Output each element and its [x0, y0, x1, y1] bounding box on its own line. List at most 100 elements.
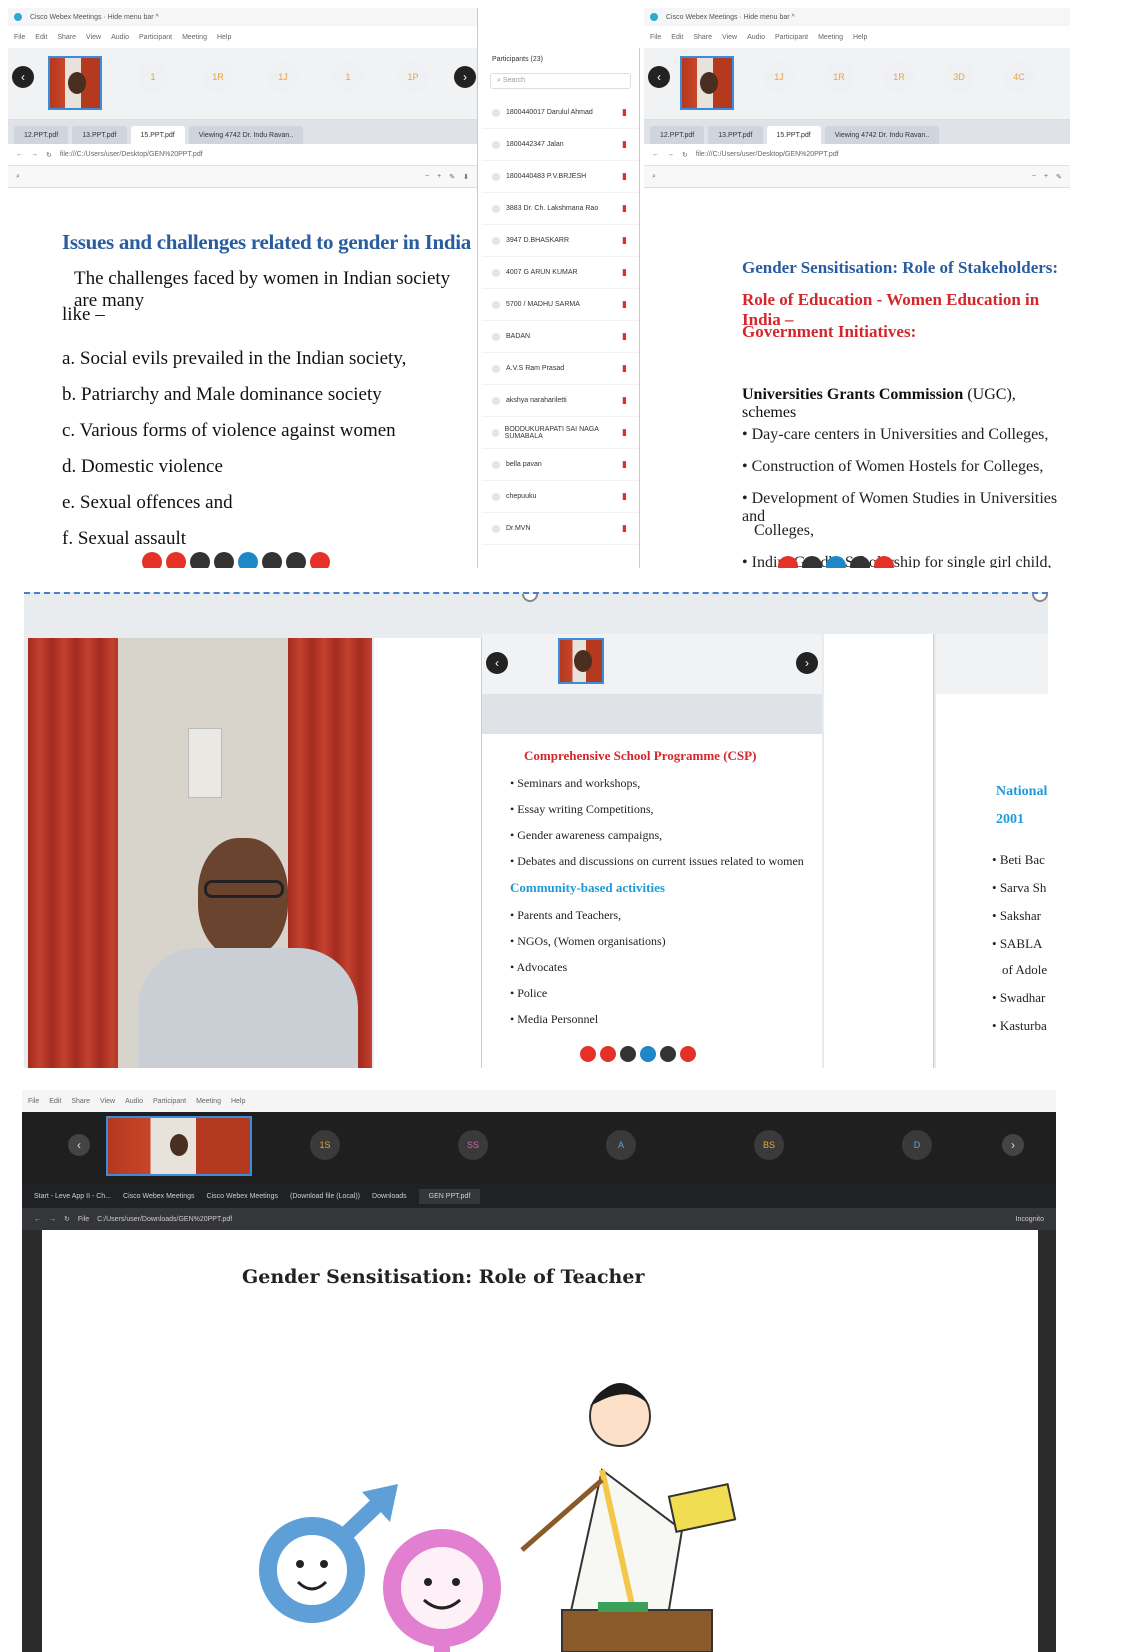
- tab[interactable]: (Download file (Local)): [290, 1193, 360, 1200]
- participant-tile[interactable]: 1R: [203, 62, 233, 92]
- tab-pdf-2[interactable]: 13.PPT.pdf: [708, 126, 763, 144]
- muted-mic-icon[interactable]: ▮: [622, 235, 627, 246]
- participant-row[interactable]: 5700 / MADHU SARMA ▮: [482, 289, 639, 321]
- reaction-icon[interactable]: [142, 552, 162, 568]
- prev-page-icon[interactable]: ‹: [648, 66, 670, 88]
- forward-icon[interactable]: →: [31, 151, 38, 158]
- reload-icon[interactable]: ↻: [64, 1215, 70, 1223]
- selection-handle-icon[interactable]: [522, 594, 538, 602]
- reaction-icon[interactable]: [238, 552, 258, 568]
- participant-tile[interactable]: 1: [138, 62, 168, 92]
- reaction-icon[interactable]: [620, 1046, 636, 1062]
- participant-tile[interactable]: BS: [754, 1130, 784, 1160]
- address-bar[interactable]: ← → ↻ file:///C:/Users/user/Desktop/GEN%…: [8, 144, 477, 166]
- reaction-icon[interactable]: [680, 1046, 696, 1062]
- participant-tile[interactable]: 1R: [824, 62, 854, 92]
- participant-row[interactable]: akshya narahariletti ▮: [482, 385, 639, 417]
- menu-audio[interactable]: Audio: [125, 1098, 143, 1105]
- reaction-icon[interactable]: [286, 552, 306, 568]
- menu-participant[interactable]: Participant: [139, 34, 172, 41]
- menu-view[interactable]: View: [100, 1098, 115, 1105]
- reaction-icon[interactable]: [166, 552, 186, 568]
- reaction-icon[interactable]: [660, 1046, 676, 1062]
- tab[interactable]: Start - Leve App II - Ch...: [34, 1193, 111, 1200]
- participant-tile[interactable]: 1J: [268, 62, 298, 92]
- url-text[interactable]: file:///C:/Users/user/Desktop/GEN%20PPT.…: [60, 151, 203, 158]
- forward-icon[interactable]: →: [667, 151, 674, 158]
- menu-edit[interactable]: Edit: [49, 1098, 61, 1105]
- participant-row[interactable]: A.V.S Ram Prasad ▮: [482, 353, 639, 385]
- reload-icon[interactable]: ↻: [46, 151, 52, 159]
- muted-mic-icon[interactable]: ▮: [622, 427, 627, 438]
- next-page-icon[interactable]: ›: [1002, 1134, 1024, 1156]
- muted-mic-icon[interactable]: ▮: [622, 491, 627, 502]
- prev-page-icon[interactable]: ‹: [486, 652, 508, 674]
- participant-tile[interactable]: 1P: [398, 62, 428, 92]
- muted-mic-icon[interactable]: ▮: [622, 171, 627, 182]
- participant-tile[interactable]: A: [606, 1130, 636, 1160]
- menu-meeting[interactable]: Meeting: [196, 1098, 221, 1105]
- active-speaker-thumbnail[interactable]: [48, 56, 102, 110]
- tab[interactable]: Cisco Webex Meetings: [123, 1193, 194, 1200]
- reaction-icon[interactable]: [310, 552, 330, 568]
- menu-view[interactable]: View: [722, 34, 737, 41]
- participant-tile[interactable]: 1: [333, 62, 363, 92]
- reaction-icon[interactable]: [600, 1046, 616, 1062]
- back-icon[interactable]: ←: [652, 151, 659, 158]
- participant-tile[interactable]: SS: [458, 1130, 488, 1160]
- reaction-icon[interactable]: [190, 552, 210, 568]
- participant-row[interactable]: 1800440483 P.V.BRJESH ▮: [482, 161, 639, 193]
- menu-edit[interactable]: Edit: [35, 34, 47, 41]
- menu-participant[interactable]: Participant: [775, 34, 808, 41]
- address-bar-dark[interactable]: ← → ↻ File C:/Users/user/Downloads/GEN%2…: [22, 1208, 1056, 1230]
- menu-audio[interactable]: Audio: [747, 34, 765, 41]
- zoom-out-icon[interactable]: −: [425, 173, 429, 180]
- participant-row[interactable]: Dr.MVN ▮: [482, 513, 639, 545]
- menu-file[interactable]: File: [650, 34, 661, 41]
- reaction-icon[interactable]: [640, 1046, 656, 1062]
- participant-row[interactable]: 1800440017 Darulul Ahmad ▮: [482, 97, 639, 129]
- menu-share[interactable]: Share: [71, 1098, 90, 1105]
- participant-row[interactable]: BADAN ▮: [482, 321, 639, 353]
- tab-pdf-2[interactable]: 13.PPT.pdf: [72, 126, 127, 144]
- tab-pdf-3[interactable]: 15.PPT.pdf: [130, 126, 185, 144]
- active-speaker-thumbnail[interactable]: [106, 1116, 252, 1176]
- back-icon[interactable]: ←: [34, 1216, 41, 1223]
- reaction-icon[interactable]: [874, 556, 894, 568]
- search-icon[interactable]: ⌕: [652, 173, 656, 181]
- back-icon[interactable]: ←: [16, 151, 23, 158]
- menu-help[interactable]: Help: [231, 1098, 245, 1105]
- save-icon[interactable]: ⬇: [463, 173, 469, 181]
- menu-meeting[interactable]: Meeting: [182, 34, 207, 41]
- menu-view[interactable]: View: [86, 34, 101, 41]
- prev-page-icon[interactable]: ‹: [68, 1134, 90, 1156]
- tab-viewing[interactable]: Viewing 4742 Dr. Indu Ravan..: [824, 126, 940, 144]
- next-page-icon[interactable]: ›: [454, 66, 476, 88]
- menu-share[interactable]: Share: [57, 34, 76, 41]
- menu-edit[interactable]: Edit: [671, 34, 683, 41]
- participant-row[interactable]: 3947 D.BHASKARR ▮: [482, 225, 639, 257]
- draw-icon[interactable]: ✎: [449, 173, 455, 181]
- participant-tile[interactable]: 4C: [1004, 62, 1034, 92]
- active-speaker-thumbnail[interactable]: [680, 56, 734, 110]
- muted-mic-icon[interactable]: ▮: [622, 363, 627, 374]
- tab-pdf-3[interactable]: 15.PPT.pdf: [766, 126, 821, 144]
- menu-share[interactable]: Share: [693, 34, 712, 41]
- participant-row[interactable]: 1800442347 Jalan ▮: [482, 129, 639, 161]
- tab[interactable]: Cisco Webex Meetings: [207, 1193, 278, 1200]
- muted-mic-icon[interactable]: ▮: [622, 523, 627, 534]
- menu-file[interactable]: File: [28, 1098, 39, 1105]
- next-page-icon[interactable]: ›: [796, 652, 818, 674]
- menu-participant[interactable]: Participant: [153, 1098, 186, 1105]
- muted-mic-icon[interactable]: ▮: [622, 139, 627, 150]
- participant-tile[interactable]: 1R: [884, 62, 914, 92]
- tab-pdf-1[interactable]: 12.PPT.pdf: [14, 126, 69, 144]
- address-bar[interactable]: ← → ↻ file:///C:/Users/user/Desktop/GEN%…: [644, 144, 1070, 166]
- tab[interactable]: Downloads: [372, 1193, 407, 1200]
- url-text[interactable]: C:/Users/user/Downloads/GEN%20PPT.pdf: [97, 1216, 232, 1223]
- participant-tile[interactable]: 3D: [944, 62, 974, 92]
- reaction-icon[interactable]: [802, 556, 822, 568]
- muted-mic-icon[interactable]: ▮: [622, 395, 627, 406]
- reaction-icon[interactable]: [778, 556, 798, 568]
- participant-row[interactable]: chepuuku ▮: [482, 481, 639, 513]
